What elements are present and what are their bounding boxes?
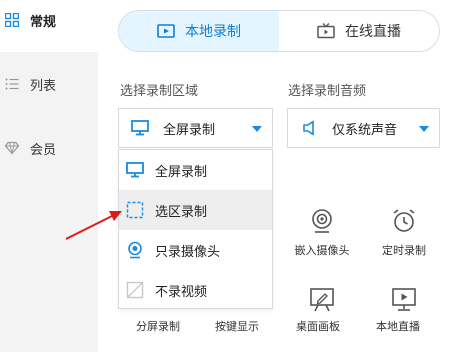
feature-local-live[interactable] [369, 286, 439, 312]
record-area-dropdown: 全屏录制 选区录制 只录摄像头 不录视频 [118, 149, 273, 309]
grid-icon [5, 13, 19, 27]
record-area-select[interactable]: 全屏录制 [118, 108, 273, 148]
option-label: 全屏录制 [155, 164, 208, 180]
tab-label: 本地录制 [185, 24, 241, 40]
monitor-icon [131, 120, 149, 136]
tab-label: 在线直播 [345, 24, 401, 40]
live-screen-icon [392, 288, 416, 311]
selection-icon [126, 201, 144, 219]
option-region[interactable]: 选区录制 [119, 190, 272, 230]
video-record-icon [157, 24, 175, 38]
webcam-icon [312, 209, 332, 233]
feature-desktop-board[interactable] [287, 286, 357, 312]
feature-label: 嵌入摄像头 [294, 244, 350, 257]
option-label: 只录摄像头 [155, 244, 221, 260]
record-audio-select[interactable]: 仅系统声音 [287, 108, 440, 148]
sidebar-item-label: 列表 [30, 78, 57, 94]
list-icon [5, 78, 19, 90]
drawing-board-icon [310, 288, 334, 312]
annotation-arrow-icon [65, 211, 122, 240]
sidebar-item-member[interactable]: 会员 [0, 128, 98, 168]
sidebar-item-label: 会员 [30, 142, 57, 158]
record-area-selected: 全屏录制 [163, 122, 216, 138]
chevron-down-icon [252, 126, 262, 132]
hotkey-display-label[interactable]: 按键显示 [215, 318, 259, 334]
monitor-icon [126, 162, 144, 178]
option-webcam-only[interactable]: 只录摄像头 [119, 230, 272, 270]
option-label: 不录视频 [155, 284, 208, 300]
speaker-icon [303, 120, 314, 136]
webcam-icon [128, 241, 142, 259]
tab-online-live[interactable]: 在线直播 [279, 11, 439, 51]
alarm-clock-icon [393, 209, 415, 232]
record-area-label: 选择录制区域 [120, 84, 199, 99]
tv-icon [317, 23, 335, 39]
record-audio-selected: 仅系统声音 [332, 122, 398, 138]
diamond-icon [5, 141, 19, 155]
tab-local-record[interactable]: 本地录制 [119, 11, 279, 51]
desktop-board-label: 桌面画板 [296, 320, 340, 333]
option-fullscreen[interactable]: 全屏录制 [119, 150, 272, 190]
split-screen-label[interactable]: 分屏录制 [136, 318, 180, 334]
feature-scheduled-record[interactable]: 定时录制 [369, 208, 439, 258]
option-no-video[interactable]: 不录视频 [119, 270, 272, 310]
local-live-label: 本地直播 [376, 320, 420, 333]
feature-embed-webcam[interactable]: 嵌入摄像头 [287, 208, 357, 258]
feature-label: 定时录制 [382, 244, 426, 257]
record-audio-label: 选择录制音频 [288, 84, 367, 99]
sidebar-item-general[interactable]: 常规 [0, 0, 98, 40]
no-video-icon [126, 281, 144, 299]
mode-tabs: 本地录制 在线直播 [118, 10, 440, 52]
option-label: 选区录制 [155, 204, 208, 220]
chevron-down-icon [419, 126, 429, 132]
sidebar: 常规 列表 会员 [0, 0, 98, 352]
sidebar-item-label: 常规 [30, 14, 57, 30]
sidebar-item-list[interactable]: 列表 [0, 64, 98, 104]
